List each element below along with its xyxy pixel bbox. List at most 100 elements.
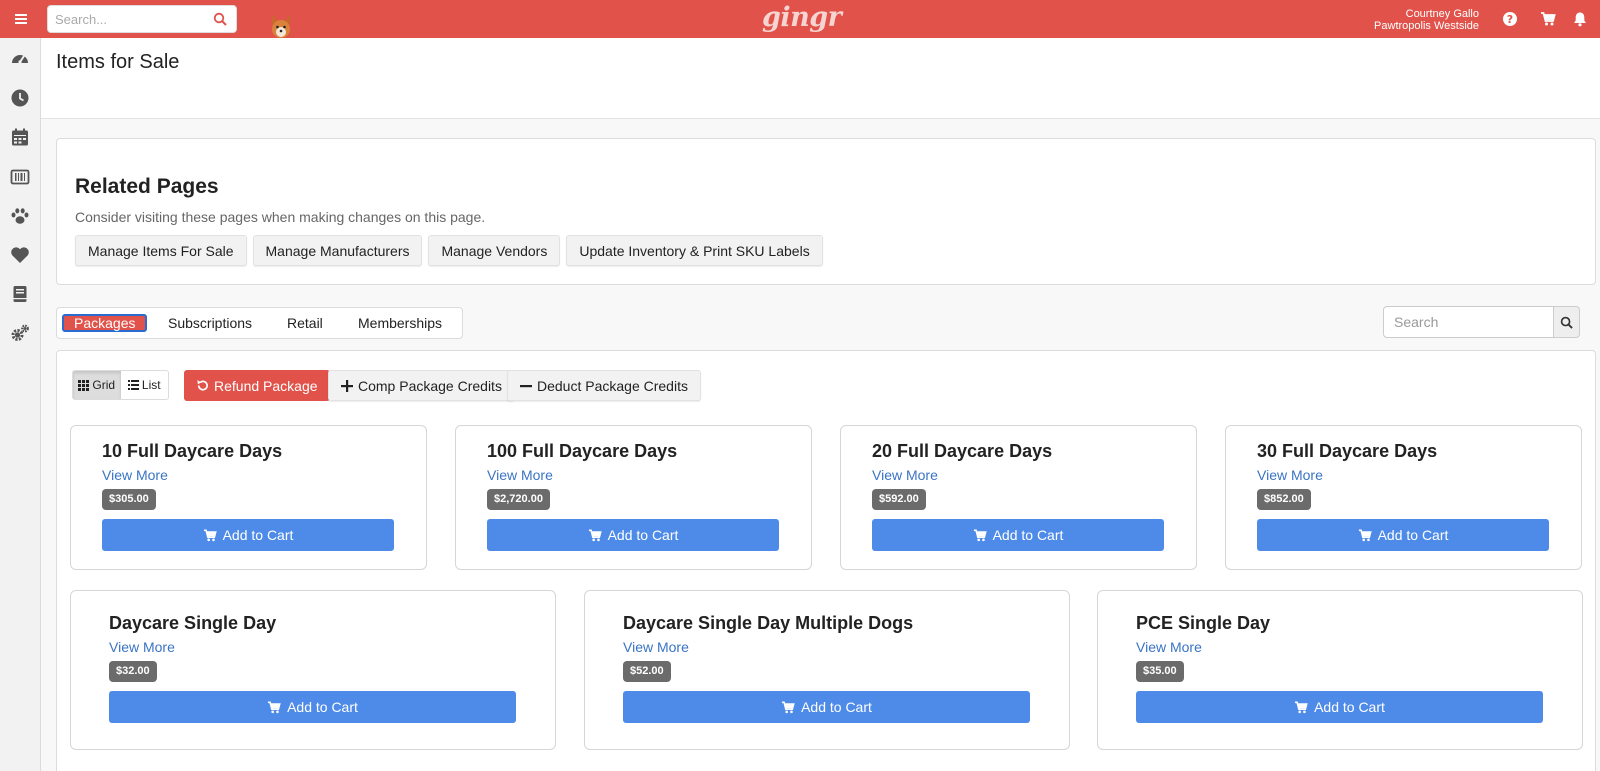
cart-icon	[203, 529, 217, 541]
package-card: 30 Full Daycare Days View More $852.00 A…	[1225, 425, 1582, 570]
manage-vendors-button[interactable]: Manage Vendors	[428, 235, 561, 266]
view-toggle: Grid List	[72, 370, 169, 400]
search-icon	[1560, 316, 1573, 329]
related-pages-buttons: Manage Items For Sale Manage Manufacture…	[75, 235, 823, 266]
sidebar	[0, 38, 41, 771]
sidebar-item-clock[interactable]	[9, 87, 31, 109]
sidebar-item-calendar[interactable]	[9, 126, 31, 148]
bell-icon[interactable]	[1572, 11, 1588, 27]
barcode-icon	[10, 169, 30, 185]
sidebar-item-reports[interactable]	[9, 283, 31, 305]
user-info[interactable]: Courtney Gallo Pawtropolis Westside	[1374, 8, 1479, 32]
comp-package-credits-button[interactable]: Comp Package Credits	[328, 370, 515, 401]
dashboard-icon	[12, 55, 28, 64]
title-area: Items for Sale	[41, 38, 1600, 119]
top-search-input[interactable]	[48, 6, 208, 32]
cart-icon	[782, 701, 795, 713]
view-more-link[interactable]: View More	[623, 639, 689, 655]
add-to-cart-button[interactable]: Add to Cart	[623, 691, 1030, 723]
calendar-icon	[12, 128, 28, 146]
undo-icon	[197, 380, 208, 391]
package-name: 20 Full Daycare Days	[872, 441, 1053, 461]
comp-package-credits-label: Comp Package Credits	[358, 377, 502, 394]
view-more-link[interactable]: View More	[1257, 467, 1323, 483]
add-to-cart-label: Add to Cart	[1377, 527, 1449, 543]
sidebar-item-settings[interactable]	[9, 322, 31, 344]
add-to-cart-label: Add to Cart	[1314, 699, 1385, 715]
tab-packages[interactable]: Packages	[62, 314, 148, 332]
cart-icon	[588, 529, 602, 541]
heart-icon	[11, 247, 29, 263]
package-name: Daycare Single Day	[109, 613, 277, 633]
price-badge: $2,720.00	[487, 489, 550, 510]
refund-package-label: Refund Package	[214, 377, 318, 394]
package-name: Daycare Single Day Multiple Dogs	[623, 613, 914, 633]
add-to-cart-label: Add to Cart	[222, 527, 294, 543]
menu-button[interactable]	[0, 0, 41, 38]
view-more-link[interactable]: View More	[109, 639, 175, 655]
price-badge: $852.00	[1257, 489, 1311, 510]
price-badge: $32.00	[109, 661, 157, 682]
cart-icon	[1358, 529, 1372, 541]
add-to-cart-label: Add to Cart	[607, 527, 679, 543]
category-tabs: Packages Subscriptions Retail Membership…	[56, 307, 463, 339]
tab-subscriptions[interactable]: Subscriptions	[168, 314, 252, 332]
package-name: 100 Full Daycare Days	[487, 441, 678, 461]
mascot-icon	[272, 14, 290, 38]
view-more-link[interactable]: View More	[102, 467, 168, 483]
add-to-cart-button[interactable]: Add to Cart	[1257, 519, 1549, 551]
sidebar-item-favorites[interactable]	[9, 244, 31, 266]
search-icon[interactable]	[213, 12, 227, 26]
deduct-package-credits-label: Deduct Package Credits	[537, 377, 688, 394]
sidebar-item-pets[interactable]	[9, 205, 31, 227]
refund-package-button[interactable]: Refund Package	[184, 370, 330, 401]
grid-view-button[interactable]: Grid	[73, 371, 121, 399]
add-to-cart-button[interactable]: Add to Cart	[109, 691, 516, 723]
related-pages-heading: Related Pages	[75, 175, 219, 198]
related-pages-subtitle: Consider visiting these pages when makin…	[75, 209, 486, 225]
gingr-logo: gingr	[762, 2, 842, 33]
tab-memberships[interactable]: Memberships	[358, 314, 442, 332]
add-to-cart-button[interactable]: Add to Cart	[872, 519, 1164, 551]
sidebar-item-dashboard[interactable]	[9, 48, 31, 70]
manage-items-button[interactable]: Manage Items For Sale	[75, 235, 247, 266]
user-location: Pawtropolis Westside	[1374, 20, 1479, 32]
manage-manufacturers-button[interactable]: Manage Manufacturers	[252, 235, 423, 266]
help-icon[interactable]: ?	[1502, 11, 1518, 27]
grid-icon	[78, 379, 90, 391]
package-card: 20 Full Daycare Days View More $592.00 A…	[840, 425, 1197, 570]
view-more-link[interactable]: View More	[872, 467, 938, 483]
add-to-cart-button[interactable]: Add to Cart	[102, 519, 394, 551]
package-card: Daycare Single Day View More $32.00 Add …	[70, 590, 556, 750]
list-view-button[interactable]: List	[121, 371, 169, 399]
package-name: 30 Full Daycare Days	[1257, 441, 1438, 461]
view-more-link[interactable]: View More	[1136, 639, 1202, 655]
deduct-package-credits-button[interactable]: Deduct Package Credits	[507, 370, 701, 401]
package-search-button[interactable]	[1553, 306, 1580, 338]
cart-icon	[268, 701, 281, 713]
hamburger-icon	[14, 14, 27, 24]
plus-icon	[341, 379, 353, 392]
related-pages-panel: Related Pages Consider visiting these pa…	[56, 138, 1596, 285]
list-view-label: List	[141, 378, 161, 392]
update-inventory-button[interactable]: Update Inventory & Print SKU Labels	[566, 235, 823, 266]
packages-panel: Grid List Refund Package Comp Package Cr…	[56, 350, 1596, 771]
add-to-cart-label: Add to Cart	[992, 527, 1064, 543]
tab-retail[interactable]: Retail	[287, 314, 323, 332]
price-badge: $52.00	[623, 661, 671, 682]
package-search	[1383, 306, 1580, 338]
package-search-input[interactable]	[1383, 306, 1554, 338]
price-badge: $592.00	[872, 489, 926, 510]
grid-view-label: Grid	[92, 378, 116, 392]
view-more-link[interactable]: View More	[487, 467, 553, 483]
price-badge: $305.00	[102, 489, 156, 510]
package-card: 10 Full Daycare Days View More $305.00 A…	[70, 425, 427, 570]
book-icon	[13, 286, 27, 302]
add-to-cart-button[interactable]: Add to Cart	[1136, 691, 1543, 723]
cart-icon[interactable]	[1540, 11, 1556, 27]
package-name: 10 Full Daycare Days	[102, 441, 283, 461]
main-content: Items for Sale Related Pages Consider vi…	[41, 38, 1600, 771]
sidebar-item-barcode[interactable]	[9, 166, 31, 188]
add-to-cart-label: Add to Cart	[801, 699, 872, 715]
add-to-cart-button[interactable]: Add to Cart	[487, 519, 779, 551]
